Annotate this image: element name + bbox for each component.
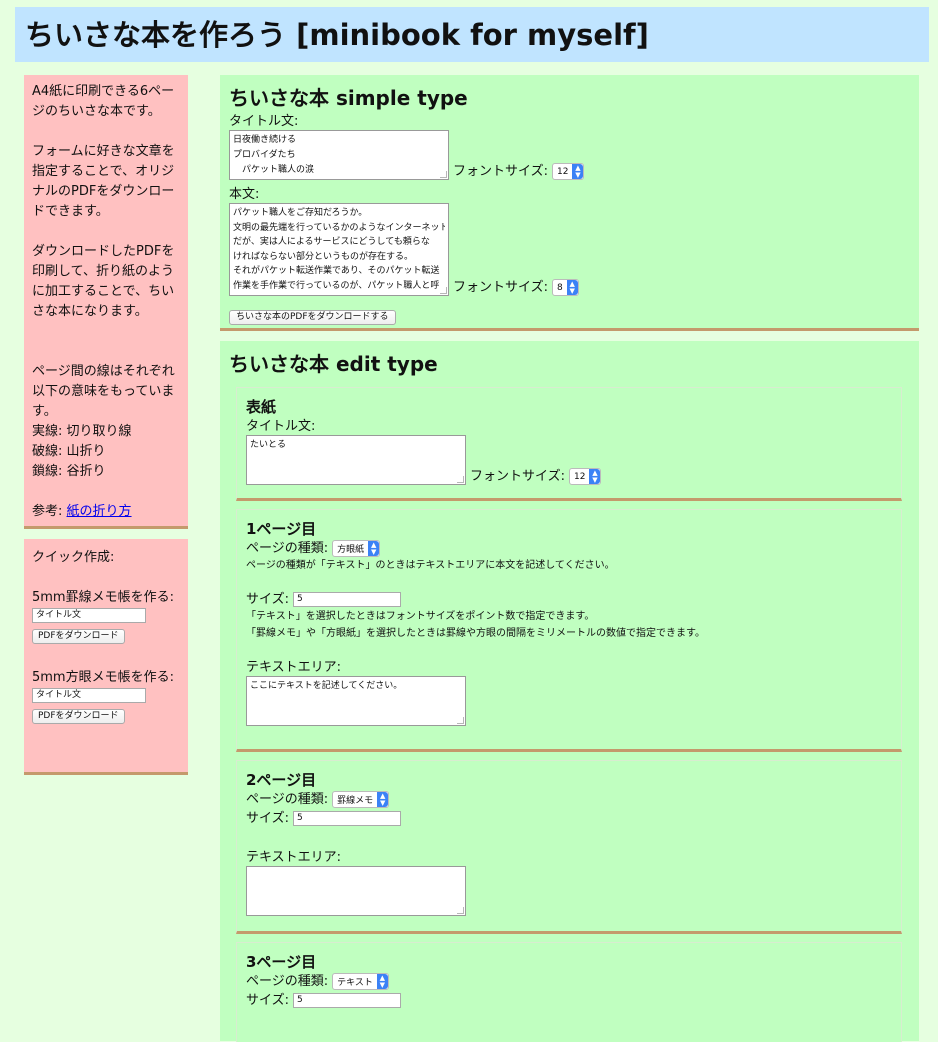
grid-memo-title-input[interactable]: タイトル文 (32, 688, 146, 703)
page1-size-note-1: 「テキスト」を選択したときはフォントサイズをポイント数で指定できます。 (246, 611, 595, 622)
chevron-updown-icon: ▲ ▼ (376, 974, 388, 989)
cover-title-value: たいとる (250, 440, 287, 450)
simple-body-fontsize-select[interactable]: 8 ▲ ▼ (552, 279, 579, 296)
quick-title: クイック作成: (32, 550, 115, 565)
page1-textarea-label: テキストエリア: (246, 660, 341, 675)
page-title: ちいさな本を作ろう [minibook for myself] (25, 18, 649, 52)
sidebar-quick: クイック作成: 5mm罫線メモ帳を作る: タイトル文 PDFをダウンロード 5m… (24, 539, 188, 775)
chevron-updown-icon: ▲ ▼ (566, 280, 578, 295)
chevron-updown-icon: ▲ ▼ (589, 469, 601, 484)
page1-type-note: ページの種類が「テキスト」のときはテキストエリアに本文を記述してください。 (246, 560, 615, 571)
simple-body-fontsize-label: フォントサイズ: (453, 280, 548, 295)
simple-body-line: だが、実は人によるサービスにどうしても頼らな (233, 237, 430, 247)
simple-download-button[interactable]: ちいさな本のPDFをダウンロードする (229, 310, 396, 325)
page2-type-select[interactable]: 罫線メモ ▲ ▼ (332, 791, 390, 808)
simple-body-textarea[interactable]: パケット職人をご存知だろうか。 文明の最先端を行っているかのようなインターネット… (229, 203, 449, 296)
simple-type-heading: ちいさな本 simple type (229, 86, 468, 110)
simple-body-line: 作業を手作業で行っているのが、パケット職人と呼 (233, 280, 440, 291)
simple-body-line: 文明の最先端を行っているかのようなインターネット (233, 222, 445, 233)
cover-fontsize-label: フォントサイズ: (470, 469, 565, 484)
resize-handle-icon[interactable] (440, 287, 447, 294)
page3-size-input[interactable]: 5 (293, 993, 401, 1008)
page1-size-input[interactable]: 5 (293, 592, 401, 607)
select-value: 罫線メモ (337, 796, 374, 806)
page2-textarea-label: テキストエリア: (246, 850, 341, 865)
cover-title: 表紙 (246, 398, 277, 416)
simple-title-textarea[interactable]: 日夜働き続ける プロバイダたち パケット職人の涙 (229, 130, 449, 180)
resize-handle-icon[interactable] (457, 717, 464, 724)
ruled-memo-download-button[interactable]: PDFをダウンロード (32, 629, 125, 644)
simple-title-fontsize-select[interactable]: 12 ▲ ▼ (552, 163, 585, 180)
select-value: 12 (557, 166, 569, 177)
chevron-updown-icon: ▲ ▼ (377, 792, 389, 807)
simple-title-line: 日夜働き続ける (233, 135, 297, 145)
page2-size-input[interactable]: 5 (293, 811, 401, 826)
select-value: 8 (557, 282, 563, 293)
cover-fontsize-select[interactable]: 12 ▲ ▼ (569, 468, 602, 485)
legend-dashed-line: 破線: 山折り (32, 444, 106, 459)
page3-size-label: サイズ: (246, 993, 289, 1008)
chevron-updown-icon: ▲ ▼ (368, 541, 380, 556)
intro-text-3: ダウンロードしたPDFを印刷して、折り紙のように加工することで、ちいさな本になり… (32, 244, 175, 319)
select-value: 方眼紙 (337, 545, 365, 555)
page2-title: 2ページ目 (246, 771, 317, 789)
page3-type-label: ページの種類: (246, 974, 329, 989)
simple-title-label: タイトル文: (229, 114, 299, 129)
legend-chain-line: 鎖線: 谷折り (32, 464, 106, 479)
folding-guide-link[interactable]: 紙の折り方 (67, 504, 132, 519)
page1-textarea-placeholder: ここにテキストを記述してください。 (250, 681, 403, 691)
select-value: 12 (574, 471, 586, 482)
page1-section: 1ページ目 ページの種類: 方眼紙 ▲ ▼ ページの種類が「テキスト」のときはテキ… (236, 509, 902, 752)
simple-title-line: パケット職人の涙 (233, 165, 315, 175)
page3-section: 3ページ目 ページの種類: テキスト ▲ ▼ サイズ: 5 (236, 942, 902, 1042)
page2-type-label: ページの種類: (246, 792, 329, 807)
edit-type-heading: ちいさな本 edit type (229, 352, 438, 376)
page3-title: 3ページ目 (246, 953, 317, 971)
grid-memo-download-button[interactable]: PDFをダウンロード (32, 709, 125, 724)
ruled-memo-title-input[interactable]: タイトル文 (32, 608, 146, 623)
resize-handle-icon[interactable] (457, 476, 464, 483)
page1-type-select[interactable]: 方眼紙 ▲ ▼ (332, 540, 381, 557)
ruled-memo-title: 5mm罫線メモ帳を作る: (32, 590, 174, 605)
page2-section: 2ページ目 ページの種類: 罫線メモ ▲ ▼ サイズ: 5 テキストエリア: (236, 760, 902, 934)
cover-section: 表紙 タイトル文: たいとる フォントサイズ: 12 ▲ ▼ (236, 387, 902, 501)
page2-size-label: サイズ: (246, 811, 289, 826)
resize-handle-icon[interactable] (457, 907, 464, 914)
page1-size-note-2: 「罫線メモ」や「方眼紙」を選択したときは罫線や方眼の間隔をミリメートルの数値で指… (246, 628, 705, 639)
reference-line: 参考: 紙の折り方 (32, 502, 180, 522)
select-value: テキスト (337, 978, 373, 988)
simple-title-fontsize-label: フォントサイズ: (453, 164, 548, 179)
sidebar-intro: A4紙に印刷できる6ページのちいさな本です。 フォームに好きな文章を指定すること… (24, 75, 188, 529)
grid-memo-title: 5mm方眼メモ帳を作る: (32, 670, 174, 685)
page3-type-select[interactable]: テキスト ▲ ▼ (332, 973, 389, 990)
cover-title-label: タイトル文: (246, 419, 316, 434)
intro-text-2: フォームに好きな文章を指定することで、オリジナルのPDFをダウンロードできます。 (32, 144, 175, 219)
cover-title-textarea[interactable]: たいとる (246, 435, 466, 485)
page1-title: 1ページ目 (246, 520, 317, 538)
resize-handle-icon[interactable] (440, 171, 447, 178)
page1-size-label: サイズ: (246, 592, 289, 607)
intro-text-1: A4紙に印刷できる6ページのちいさな本です。 (32, 84, 175, 119)
simple-title-line: プロバイダたち (233, 150, 296, 160)
simple-body-line: それがパケット転送作業であり、そのパケット転送 (233, 266, 440, 276)
simple-body-line: パケット職人をご存知だろうか。 (233, 208, 368, 218)
page1-textarea[interactable]: ここにテキストを記述してください。 (246, 676, 466, 726)
page1-type-label: ページの種類: (246, 541, 329, 556)
simple-type-panel: ちいさな本 simple type タイトル文: 日夜働き続ける プロバイダたち… (220, 75, 919, 331)
page-header: ちいさな本を作ろう [minibook for myself] (15, 7, 929, 62)
page2-textarea[interactable] (246, 866, 466, 916)
legend-solid-line: 実線: 切り取り線 (32, 424, 132, 439)
chevron-updown-icon: ▲ ▼ (572, 164, 584, 179)
simple-body-label: 本文: (229, 187, 260, 202)
intro-text-4: ページ間の線はそれぞれ以下の意味をもっています。 (32, 364, 175, 419)
reference-prefix: 参考: (32, 504, 67, 519)
simple-body-line: ければならない部分というものが存在する。 (233, 251, 414, 262)
